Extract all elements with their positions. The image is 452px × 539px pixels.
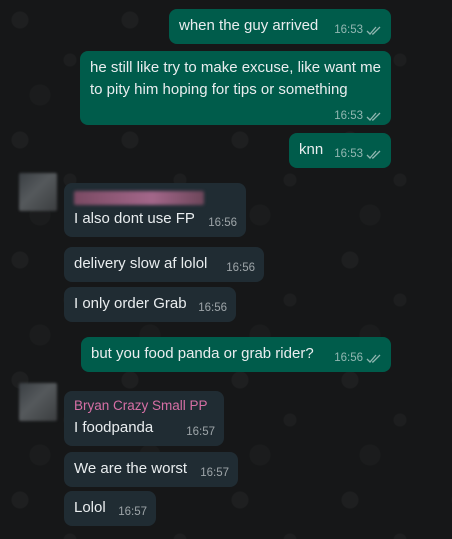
read-receipt-double-check-icon [366,25,382,36]
message-bubble-incoming[interactable]: Bryan Crazy Small PP I foodpanda 16:57 [64,391,224,446]
message-time: 16:56 [334,352,363,364]
message-meta: 16:56 [226,261,255,276]
message-text: delivery slow af lolol [74,255,208,272]
message-text: knn [299,141,324,158]
message-text: Lolol [74,499,106,516]
message-bubble-outgoing[interactable]: knn 16:53 [289,133,391,168]
read-receipt-double-check-icon [366,353,382,364]
message-meta: 16:53 [334,109,382,124]
message-meta: 16:57 [186,425,215,440]
message-bubble-incoming[interactable]: I only order Grab 16:56 [64,287,236,322]
message-text: I only order Grab [74,295,187,312]
message-text: when the guy arrived [179,17,319,34]
sender-avatar-blurred[interactable] [19,383,57,421]
read-receipt-double-check-icon [366,111,382,122]
message-time: 16:53 [334,24,363,36]
message-time: 16:53 [334,148,363,160]
message-time: 16:57 [200,467,229,479]
message-time: 16:56 [208,217,237,229]
message-meta: 16:53 [334,23,382,38]
message-text: We are the worst [74,460,188,477]
sender-name-redacted [74,191,204,205]
message-bubble-incoming[interactable]: I also dont use FP 16:56 [64,183,246,237]
message-bubble-incoming[interactable]: Lolol 16:57 [64,491,156,526]
message-meta: 16:57 [200,466,229,481]
message-time: 16:53 [334,110,363,122]
message-meta: 16:57 [118,505,147,520]
message-text: I foodpanda [74,419,154,436]
message-time: 16:57 [118,506,147,518]
message-text: I also dont use FP [74,210,195,227]
message-bubble-incoming[interactable]: delivery slow af lolol 16:56 [64,247,264,282]
sender-avatar-blurred[interactable] [19,173,57,211]
message-text: he still like try to make excuse, like w… [90,59,386,98]
message-meta: 16:53 [334,147,382,162]
message-time: 16:56 [226,262,255,274]
message-bubble-outgoing[interactable]: when the guy arrived 16:53 [169,9,391,44]
message-time: 16:57 [186,426,215,438]
message-text: but you food panda or grab rider? [91,345,314,362]
message-meta: 16:56 [208,216,237,231]
message-bubble-outgoing[interactable]: but you food panda or grab rider? 16:56 [81,337,391,372]
sender-name[interactable]: Bryan Crazy Small PP [74,397,215,415]
read-receipt-double-check-icon [366,149,382,160]
message-meta: 16:56 [334,351,382,366]
message-meta: 16:56 [198,301,227,316]
message-time: 16:56 [198,302,227,314]
message-bubble-incoming[interactable]: We are the worst 16:57 [64,452,238,487]
message-bubble-outgoing[interactable]: he still like try to make excuse, like w… [80,51,391,125]
